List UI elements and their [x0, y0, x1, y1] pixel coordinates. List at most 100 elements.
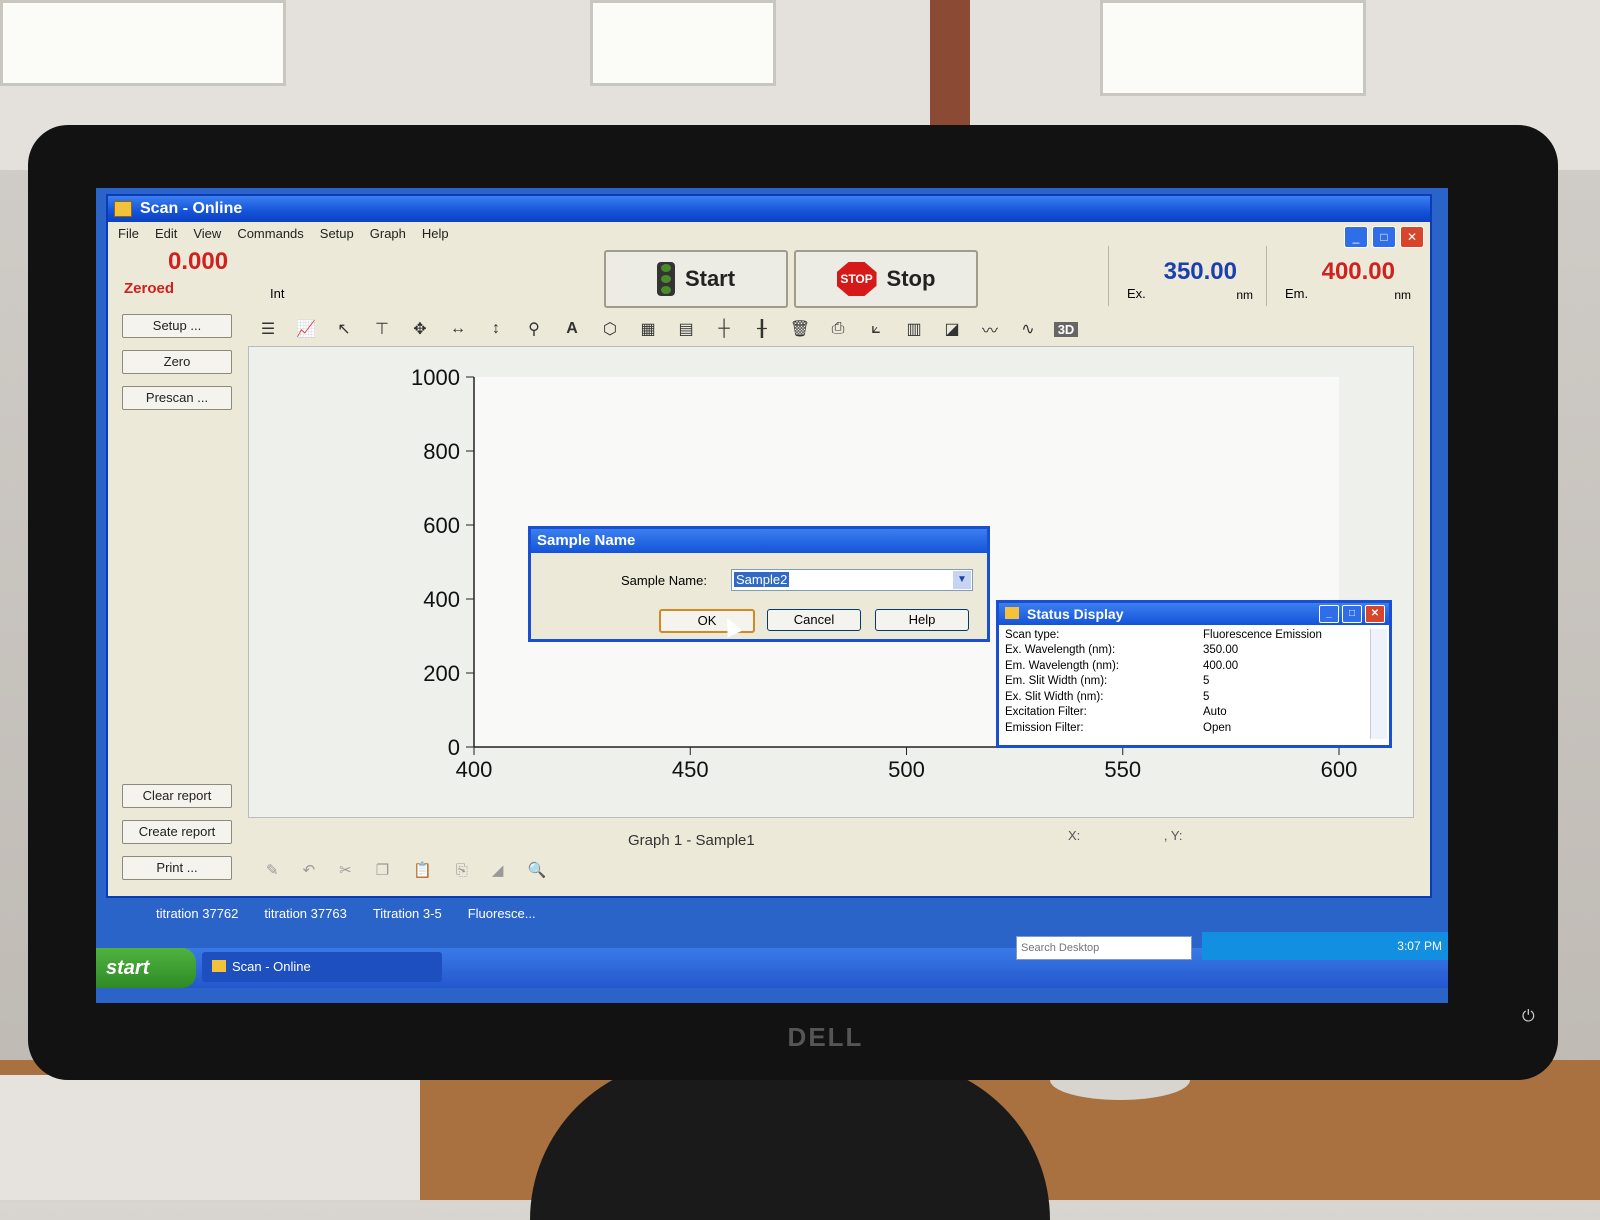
dialog-title[interactable]: Sample Name — [531, 529, 987, 553]
stop-label: Stop — [886, 266, 936, 291]
graph-icon[interactable]: 📈 — [294, 319, 318, 339]
window-controls: _ □ ✕ — [1344, 226, 1424, 248]
paste-special-icon[interactable]: ⎘ — [456, 862, 468, 879]
menu-graph[interactable]: Graph — [370, 226, 406, 241]
help-button[interactable]: Help — [875, 609, 969, 631]
desktop-icon-label[interactable]: Titration 3-5 — [373, 906, 442, 921]
format-icon[interactable]: ◢ — [492, 861, 504, 879]
report-toolbar: ✎ ↶ ✂ ❐ 📋 ⎘ ◢ 🔍 — [248, 856, 1430, 884]
start-label: Start — [684, 266, 736, 291]
axis-b-icon[interactable]: ╂ — [750, 319, 774, 339]
ex-wavelength[interactable]: 350.00 Ex. nm — [1108, 246, 1259, 306]
pointer-icon[interactable]: ↖ — [332, 319, 356, 339]
h-resize-icon[interactable]: ↔ — [446, 320, 470, 338]
zero-button[interactable]: Zero — [122, 350, 232, 374]
paste-icon[interactable]: 📋 — [413, 861, 432, 879]
status-key: Scan type: — [1005, 628, 1060, 641]
ceiling-light — [590, 0, 776, 86]
stop-sign-icon: STOP — [836, 262, 877, 296]
cut-icon[interactable]: ✂ — [339, 861, 352, 879]
list-icon[interactable]: ☰ — [256, 319, 280, 339]
axes-icon[interactable]: ⟀ — [864, 320, 888, 338]
menu-view[interactable]: View — [193, 226, 221, 241]
screen: Scan - Online _ □ ✕ File Edit View Comma… — [96, 188, 1448, 1003]
desk-surface — [0, 1075, 420, 1200]
shape-icon[interactable]: ⬡ — [598, 319, 622, 339]
clock[interactable]: 3:07 PM — [1397, 939, 1442, 953]
control-band: 0.000 Zeroed Int Start STOP Stop 350.00 … — [108, 246, 1430, 308]
status-value: Auto — [1203, 706, 1227, 719]
taskbar-item-scan[interactable]: Scan - Online — [202, 952, 442, 982]
cursor-tool-icon[interactable]: ⊤ — [370, 319, 394, 339]
window-title: Scan - Online — [140, 200, 243, 217]
desktop-icon-label[interactable]: Fluoresce... — [468, 906, 536, 921]
maximize-icon[interactable]: □ — [1342, 605, 1362, 623]
status-value: Open — [1203, 721, 1232, 734]
ceiling-light — [0, 0, 286, 86]
undo-icon[interactable]: ↶ — [303, 861, 316, 879]
status-display-title-bar[interactable]: Status Display _ □ ✕ — [999, 603, 1389, 625]
preview-icon[interactable]: 🔍 — [527, 861, 546, 879]
start-button[interactable]: Start — [604, 250, 788, 308]
status-value: 5 — [1203, 690, 1210, 703]
traffic-light-icon — [656, 262, 675, 296]
x-tick-label: 500 — [888, 757, 925, 782]
print-button[interactable]: Print ... — [122, 856, 232, 880]
x-tick-label: 550 — [1104, 757, 1141, 782]
maximize-icon[interactable]: □ — [1372, 226, 1396, 248]
minimize-icon[interactable]: _ — [1344, 226, 1368, 248]
minimize-icon[interactable]: _ — [1319, 605, 1339, 623]
create-report-button[interactable]: Create report — [122, 820, 232, 844]
x-readout-label: X: — [1068, 828, 1081, 843]
menu-file[interactable]: File — [118, 226, 139, 241]
overlay-icon[interactable]: 〰 — [978, 317, 1002, 341]
table-icon[interactable]: ▥ — [902, 319, 926, 339]
cancel-button[interactable]: Cancel — [767, 609, 861, 631]
search-desktop-input[interactable] — [1016, 936, 1192, 960]
overlay-b-icon[interactable]: ∿ — [1016, 319, 1040, 339]
em-wavelength[interactable]: 400.00 Em. nm — [1266, 246, 1417, 306]
monitor-stand — [530, 1060, 1050, 1220]
axis-icon[interactable]: ┼ — [712, 320, 736, 338]
intensity-readout: 0.000 Zeroed Int — [120, 246, 284, 304]
status-value: 350.00 — [1203, 644, 1239, 657]
power-icon[interactable]: ⏻ — [1522, 1008, 1535, 1026]
status-key: Emission Filter: — [1005, 721, 1084, 734]
text-icon[interactable]: A — [560, 320, 584, 338]
monitor-brand: DELL — [787, 1022, 864, 1052]
desktop-icon-label[interactable]: titration 37763 — [264, 906, 346, 921]
menu-setup[interactable]: Setup — [320, 226, 354, 241]
zoom-icon[interactable]: ⚲ — [522, 319, 546, 339]
close-icon[interactable]: ✕ — [1365, 605, 1385, 623]
stop-button[interactable]: STOP Stop — [794, 250, 978, 308]
start-button[interactable]: start — [96, 948, 196, 988]
edit-icon[interactable]: ✎ — [266, 861, 279, 879]
scrollbar[interactable] — [1370, 629, 1387, 739]
move-icon[interactable]: ✥ — [408, 319, 432, 339]
chart-icon[interactable]: ◪ — [940, 319, 964, 339]
3d-icon[interactable]: 3D — [1054, 321, 1078, 337]
clear-report-button[interactable]: Clear report — [122, 784, 232, 808]
chevron-down-icon[interactable]: ▼ — [953, 571, 971, 589]
print-graph-icon[interactable]: ⎙ — [826, 320, 850, 338]
y-tick-label: 800 — [423, 439, 460, 464]
menu-commands[interactable]: Commands — [237, 226, 303, 241]
y-tick-label: 1000 — [411, 365, 460, 390]
graph-a-icon[interactable]: ▦ — [636, 319, 660, 339]
menu-help[interactable]: Help — [422, 226, 449, 241]
desktop-icon-label[interactable]: titration 37762 — [156, 906, 238, 921]
trash-icon[interactable]: 🗑 — [788, 319, 812, 339]
menu-edit[interactable]: Edit — [155, 226, 177, 241]
graph-b-icon[interactable]: ▤ — [674, 319, 698, 339]
sample-name-label: Sample Name: — [621, 573, 707, 588]
setup-button[interactable]: Setup ... — [122, 314, 232, 338]
prescan-button[interactable]: Prescan ... — [122, 386, 232, 410]
close-icon[interactable]: ✕ — [1400, 226, 1424, 248]
report-button-panel: Clear report Create report Print ... — [118, 784, 236, 892]
v-resize-icon[interactable]: ↕ — [484, 320, 508, 338]
status-key: Em. Wavelength (nm): — [1005, 659, 1119, 672]
copy-icon[interactable]: ❐ — [376, 861, 389, 879]
status-row: Emission Filter: Open — [1003, 720, 1363, 736]
sample-name-input[interactable]: Sample2 ▼ — [731, 569, 973, 591]
title-bar[interactable]: Scan - Online — [108, 196, 1430, 222]
